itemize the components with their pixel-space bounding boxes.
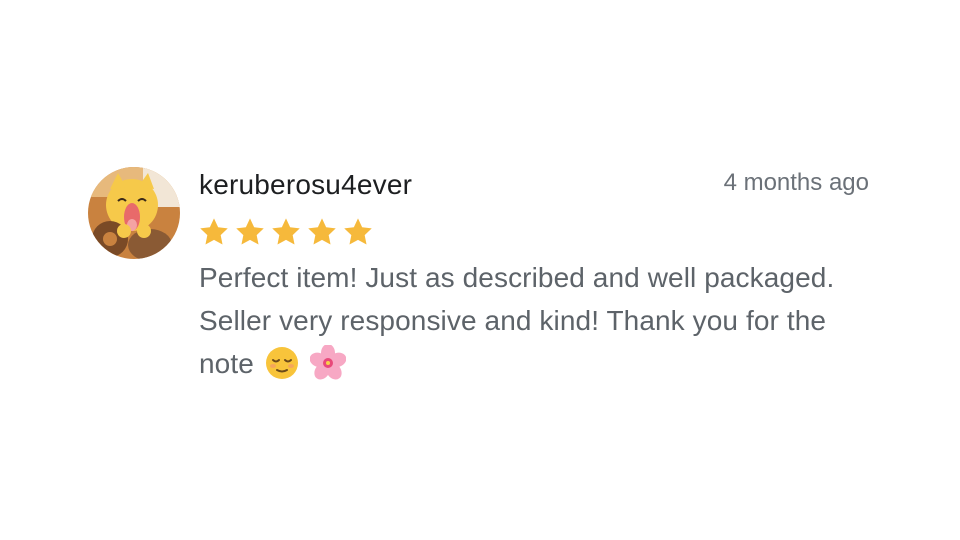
- review-text-container: Perfect item! Just as described and well…: [199, 256, 859, 385]
- star-icon: [200, 218, 228, 245]
- star-rating: [198, 216, 374, 248]
- avatar[interactable]: [88, 167, 180, 259]
- review-card: keruberosu4ever 4 months ago Perfect ite…: [88, 160, 878, 400]
- reviewer-username[interactable]: keruberosu4ever: [199, 169, 412, 201]
- review-timestamp: 4 months ago: [723, 169, 869, 196]
- cartoon-character-avatar-image: [88, 167, 180, 259]
- star-icon: [308, 218, 336, 245]
- star-icon: [344, 218, 372, 245]
- cherry-blossom-emoji: [309, 345, 346, 381]
- relieved-face-emoji: [264, 345, 300, 381]
- star-icon: [236, 218, 264, 245]
- star-icon: [272, 218, 300, 245]
